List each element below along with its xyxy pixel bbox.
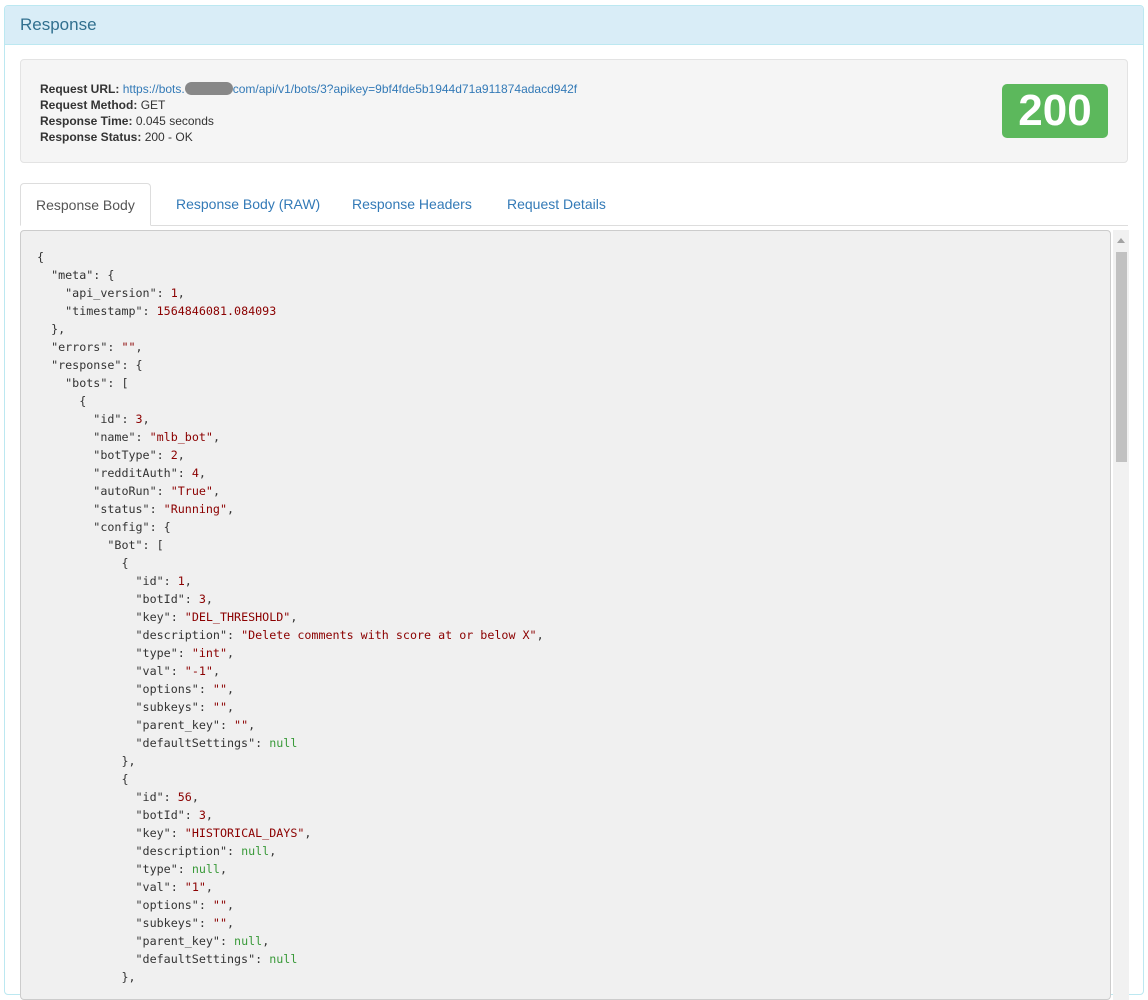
response-time-value: 0.045 seconds: [135, 114, 214, 128]
code-line: "api_version": 1,: [37, 286, 185, 300]
code-line: "status": "Running",: [37, 502, 235, 516]
tab-response-body-raw[interactable]: Response Body (RAW): [161, 183, 335, 225]
scroll-up-arrow-icon[interactable]: [1117, 238, 1125, 243]
code-line: "autoRun": "True",: [37, 484, 220, 498]
code-line: "description": null,: [37, 844, 277, 858]
panel-title: Response: [5, 6, 1143, 45]
code-line: "parent_key": null,: [37, 934, 270, 948]
response-status-label: Response Status:: [40, 130, 142, 144]
status-code-badge: 200: [1002, 84, 1108, 138]
code-line: {: [37, 250, 45, 264]
code-line: "botType": 2,: [37, 448, 185, 462]
response-time-label: Response Time:: [40, 114, 133, 128]
code-line: },: [37, 322, 66, 336]
request-url-label: Request URL:: [40, 82, 120, 96]
response-body-code[interactable]: { "meta": { "api_version": 1, "timestamp…: [20, 230, 1111, 1000]
code-line: "subkeys": "",: [37, 916, 235, 930]
code-line: "val": "1",: [37, 880, 213, 894]
scroll-thumb[interactable]: [1116, 252, 1127, 462]
code-line: "errors": "",: [37, 340, 143, 354]
code-line: "redditAuth": 4,: [37, 466, 206, 480]
code-line: "key": "DEL_THRESHOLD",: [37, 610, 298, 624]
code-line: "description": "Delete comments with sco…: [37, 628, 544, 642]
code-line: {: [37, 394, 87, 408]
code-line: "Bot": [: [37, 538, 164, 552]
code-line: "parent_key": "",: [37, 718, 256, 732]
code-line: "options": "",: [37, 898, 235, 912]
code-line: "botId": 3,: [37, 592, 213, 606]
code-line: "key": "HISTORICAL_DAYS",: [37, 826, 312, 840]
request-info: Request URL: https://bots. com/api/v1/bot…: [20, 59, 1128, 163]
response-time-row: Response Time: 0.045 seconds: [40, 113, 577, 129]
code-line: },: [37, 970, 136, 984]
code-line: {: [37, 772, 129, 786]
request-method-row: Request Method: GET: [40, 97, 577, 113]
response-status-row: Response Status: 200 - OK: [40, 129, 577, 145]
code-line: "meta": {: [37, 268, 115, 282]
code-line: "botId": 3,: [37, 808, 213, 822]
code-line: "timestamp": 1564846081.084093: [37, 304, 277, 318]
code-line: "val": "-1",: [37, 664, 220, 678]
tab-request-details[interactable]: Request Details: [492, 183, 621, 225]
code-scrollbar[interactable]: [1113, 230, 1129, 1000]
response-status-value: 200 - OK: [144, 130, 193, 144]
code-line: "config": {: [37, 520, 171, 534]
tab-response-headers[interactable]: Response Headers: [337, 183, 487, 225]
tab-response-body[interactable]: Response Body: [20, 183, 151, 226]
request-url-row: Request URL: https://bots. com/api/v1/bot…: [40, 81, 577, 97]
request-method-label: Request Method:: [40, 98, 138, 112]
code-line: "type": null,: [37, 862, 228, 876]
code-line: {: [37, 556, 129, 570]
code-line: "id": 1,: [37, 574, 192, 588]
response-panel: Response Request URL: https://bots. com/a…: [4, 5, 1144, 1000]
code-line: "bots": [: [37, 376, 129, 390]
code-line: "subkeys": "",: [37, 700, 235, 714]
response-tabs: Response Body Response Body (RAW) Respon…: [20, 183, 1128, 226]
json-code-block: { "meta": { "api_version": 1, "timestamp…: [21, 231, 1110, 986]
code-line: "type": "int",: [37, 646, 235, 660]
code-line: "defaultSettings": null: [37, 736, 298, 750]
request-url-link[interactable]: https://bots. com/api/v1/bots/3?apikey=9b…: [123, 82, 577, 96]
code-line: "name": "mlb_bot",: [37, 430, 220, 444]
request-method-value: GET: [140, 98, 166, 112]
code-line: },: [37, 754, 136, 768]
code-line: "response": {: [37, 358, 143, 372]
code-line: "defaultSettings": null: [37, 952, 298, 966]
code-line: "id": 56,: [37, 790, 199, 804]
code-line: "id": 3,: [37, 412, 150, 426]
code-line: "options": "",: [37, 682, 235, 696]
redacted-mask: [184, 82, 233, 95]
